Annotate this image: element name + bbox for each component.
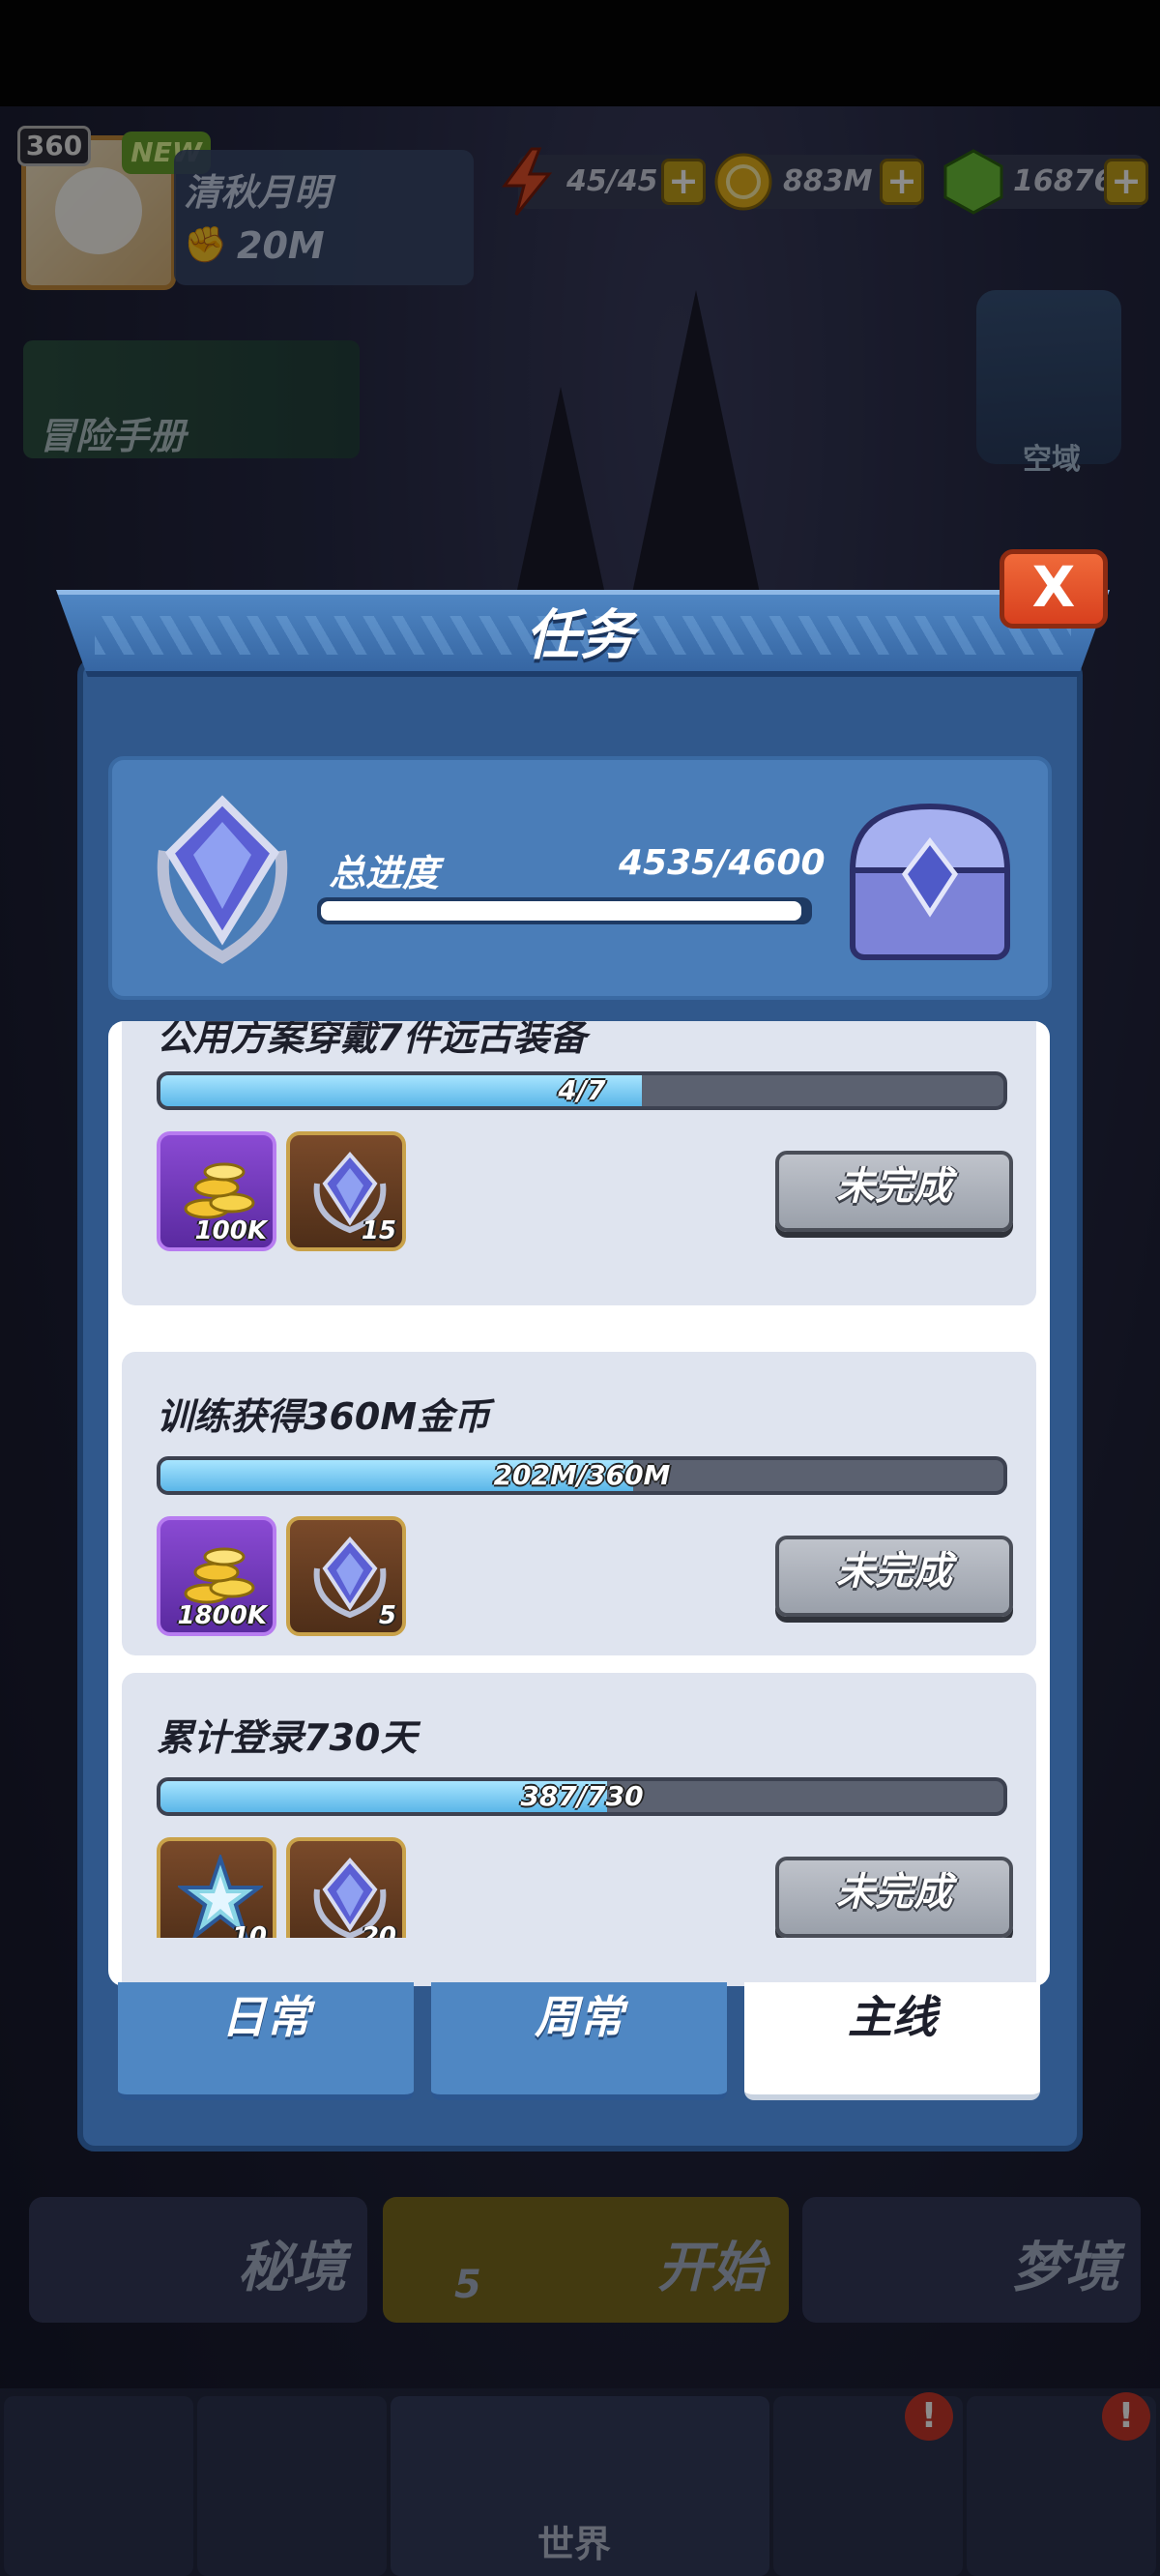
reward-quantity: 1800K (177, 1601, 267, 1630)
task-status-label: 未完成 (836, 1164, 952, 1209)
task-status-label: 未完成 (836, 1549, 952, 1594)
task-progress-bar: 387/730 (157, 1777, 1007, 1816)
reward-item[interactable]: 5 (286, 1516, 406, 1636)
reward-item[interactable]: 1800K (157, 1516, 276, 1636)
task-title: 累计登录730天 (157, 1716, 418, 1759)
reward-quantity: 5 (378, 1601, 396, 1630)
reward-item[interactable]: 15 (286, 1131, 406, 1251)
reward-item[interactable]: 100K (157, 1131, 276, 1251)
summary-progress-fill (321, 901, 801, 921)
reward-quantity: 15 (361, 1216, 396, 1245)
task-progress-text: 202M/360M (493, 1459, 671, 1491)
close-icon: X (1031, 554, 1076, 620)
task-progress-bar: 202M/360M (157, 1456, 1007, 1495)
task-card-partial (122, 1938, 1036, 1986)
task-title: 公用方案穿戴7件远古装备 (157, 1021, 587, 1059)
tab-daily[interactable]: 日常 (118, 1982, 414, 2100)
task-list[interactable]: 公用方案穿戴7件远古装备 4/7 未完成 100K 15 训练获得360M金币 202M/3… (108, 1021, 1050, 1986)
tab-daily-label: 日常 (221, 1991, 310, 2043)
crystal-crest-icon (157, 795, 288, 964)
tab-main[interactable]: 主线 (744, 1982, 1040, 2100)
close-button[interactable]: X (1000, 549, 1108, 629)
task-status-button[interactable]: 未完成 (775, 1151, 1013, 1232)
summary-label: 总进度 (329, 852, 440, 894)
task-card: 累计登录730天 387/730 未完成 10 20 (122, 1673, 1036, 1976)
task-card: 训练获得360M金币 202M/360M 未完成 1800K 5 (122, 1352, 1036, 1655)
tab-weekly[interactable]: 周常 (431, 1982, 727, 2100)
tab-weekly-label: 周常 (535, 1991, 624, 2043)
modal-title: 任务 (526, 604, 634, 667)
task-progress-text: 4/7 (558, 1074, 606, 1106)
task-progress-bar: 4/7 (157, 1071, 1007, 1110)
task-status-button[interactable]: 未完成 (775, 1536, 1013, 1617)
summary-progress-bar (317, 897, 812, 924)
task-status-label: 未完成 (836, 1870, 952, 1915)
task-progress-text: 387/730 (520, 1780, 644, 1812)
tab-main-label: 主线 (848, 1991, 937, 2043)
reward-quantity: 100K (194, 1216, 267, 1245)
task-status-button[interactable]: 未完成 (775, 1857, 1013, 1938)
task-card: 公用方案穿戴7件远古装备 4/7 未完成 100K 15 (122, 1021, 1036, 1305)
summary-count: 4535/4600 (619, 843, 826, 883)
task-title: 训练获得360M金币 (157, 1395, 491, 1438)
treasure-chest-icon[interactable] (839, 793, 1019, 977)
